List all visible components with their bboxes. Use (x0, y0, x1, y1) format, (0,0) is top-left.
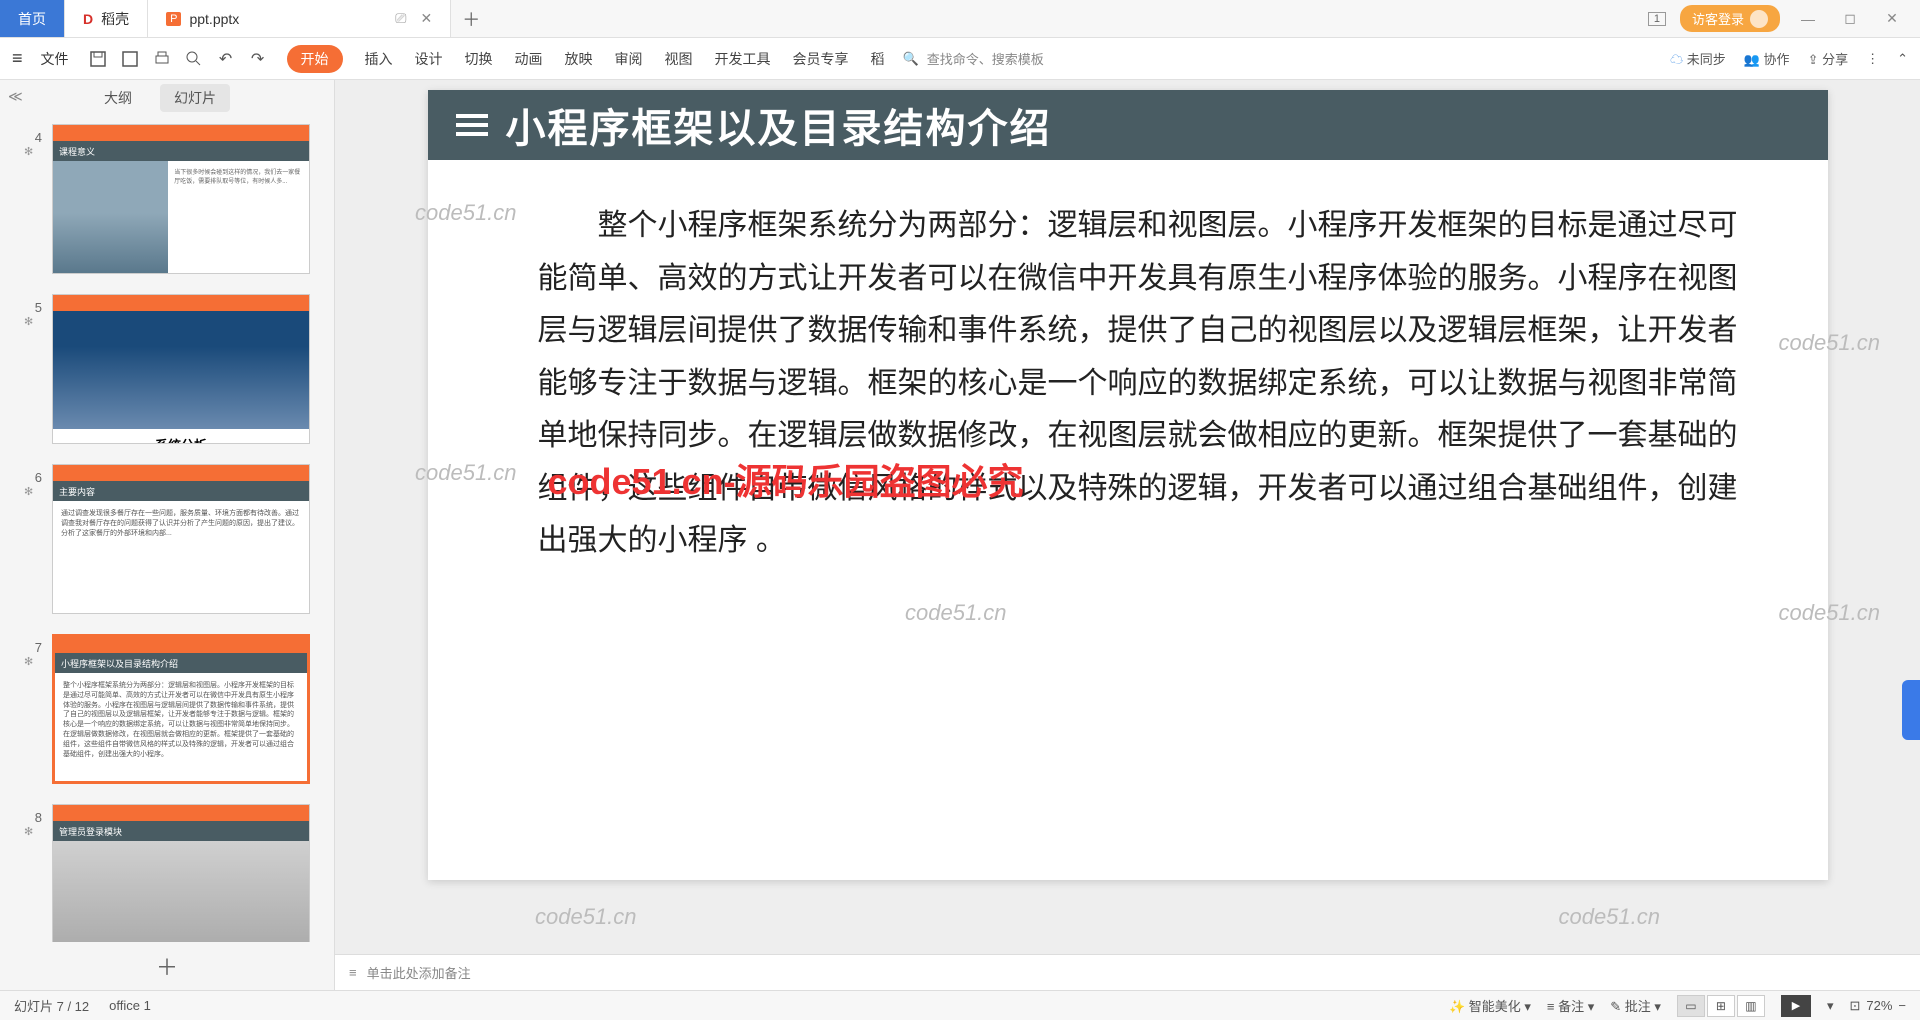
tab-document-active[interactable]: P ppt.pptx ⎚ ✕ (148, 0, 451, 37)
minimize-icon[interactable]: — (1794, 11, 1822, 27)
expand-icon[interactable]: ⌃ (1897, 51, 1908, 67)
add-tab-button[interactable]: ＋ (451, 0, 491, 37)
ribbon-tab-animation[interactable]: 动画 (515, 49, 543, 69)
slide-body[interactable]: 整个小程序框架系统分为两部分：逻辑层和视图层。小程序开发框架的目标是通过尽可能简… (428, 160, 1828, 608)
redo-icon[interactable]: ↷ (247, 48, 269, 70)
tab-home[interactable]: 首页 (0, 0, 65, 37)
maximize-icon[interactable]: ◻ (1836, 10, 1864, 27)
current-slide[interactable]: 小程序框架以及目录结构介绍 整个小程序框架系统分为两部分：逻辑层和视图层。小程序… (428, 90, 1828, 880)
view-mode-buttons: ▭ ⊞ ▥ (1677, 995, 1765, 1017)
notes-icon: ≡ (349, 965, 357, 980)
notes-toggle[interactable]: ≡ 备注 ▾ (1547, 996, 1594, 1015)
login-button[interactable]: 访客登录 (1680, 5, 1780, 32)
save-as-icon[interactable] (119, 48, 141, 70)
window-count-badge[interactable]: 1 (1648, 12, 1666, 26)
ribbon-tab-insert[interactable]: 插入 (365, 49, 393, 69)
collab-button[interactable]: 👥 协作 (1744, 49, 1790, 68)
hamburger-icon (456, 114, 488, 136)
ppt-icon: P (166, 12, 181, 26)
save-icon[interactable] (87, 48, 109, 70)
thumbnail-8[interactable]: 8✻ 管理员登录模块 (24, 804, 310, 942)
add-slide-button[interactable]: ＋ (0, 942, 334, 990)
view-reading-icon[interactable]: ▥ (1737, 995, 1765, 1017)
comment-toggle[interactable]: ✎ 批注 ▾ (1610, 996, 1661, 1015)
undo-icon[interactable]: ↶ (215, 48, 237, 70)
slide-editor: 小程序框架以及目录结构介绍 整个小程序框架系统分为两部分：逻辑层和视图层。小程序… (335, 80, 1920, 990)
view-normal-icon[interactable]: ▭ (1677, 995, 1705, 1017)
ribbon-tabs: 开始 插入 设计 切换 动画 放映 审阅 视图 开发工具 会员专享 稻 (287, 45, 885, 73)
quick-access-toolbar: ↶ ↷ (87, 48, 269, 70)
slideshow-button[interactable]: ▶ (1781, 995, 1811, 1017)
collapse-sidebar-icon[interactable]: ≪ (8, 88, 23, 105)
file-menu[interactable]: 文件 (41, 49, 69, 69)
zoom-icon: ⊡ (1849, 998, 1860, 1014)
ribbon-tab-extra[interactable]: 稻 (871, 49, 885, 69)
play-dropdown[interactable]: ▾ (1827, 998, 1834, 1014)
ribbon-tab-view[interactable]: 视图 (665, 49, 693, 69)
zoom-control[interactable]: ⊡ 72% − (1849, 998, 1906, 1014)
slide-panel: 大纲 幻灯片 4✻ 课程意义 当下很多时候会碰到这样的情况，我们去一家餐厅吃饭，… (0, 80, 335, 990)
thumbnail-5[interactable]: 5✻ 系统分析 (24, 294, 310, 444)
slide-counter: 幻灯片 7 / 12 (14, 996, 89, 1015)
ribbon-tab-slideshow[interactable]: 放映 (565, 49, 593, 69)
preview-icon[interactable] (183, 48, 205, 70)
thumbnail-4[interactable]: 4✻ 课程意义 当下很多时候会碰到这样的情况，我们去一家餐厅吃饭，需要排队取号等… (24, 124, 310, 274)
side-panel-toggle[interactable] (1902, 680, 1920, 740)
cloud-icon: ☁ (1670, 52, 1683, 67)
command-search[interactable]: 🔍 查找命令、搜索模板 (903, 49, 1044, 68)
avatar-icon (1750, 10, 1768, 28)
ribbon-tab-transition[interactable]: 切换 (465, 49, 493, 69)
ribbon-tab-design[interactable]: 设计 (415, 49, 443, 69)
thumbnail-6[interactable]: 6✻ 主要内容 通过调查发现很多餐厅存在一些问题，服务质量、环境方面都有待改善。… (24, 464, 310, 614)
status-bar: 幻灯片 7 / 12 office 1 ✨ 智能美化 ▾ ≡ 备注 ▾ ✎ 批注… (0, 990, 1920, 1020)
screen-icon[interactable]: ⎚ (395, 10, 406, 27)
search-icon: 🔍 (903, 51, 919, 67)
sync-status[interactable]: ☁ 未同步 (1670, 49, 1726, 68)
ribbon-tab-member[interactable]: 会员专享 (793, 49, 849, 69)
slide-title-bar: 小程序框架以及目录结构介绍 (428, 90, 1828, 160)
close-window-icon[interactable]: ✕ (1878, 10, 1906, 27)
ribbon-tab-devtools[interactable]: 开发工具 (715, 49, 771, 69)
more-icon[interactable]: ⋮ (1866, 51, 1879, 67)
zoom-out-icon[interactable]: − (1898, 998, 1906, 1013)
outline-tab[interactable]: 大纲 (104, 88, 132, 108)
close-icon[interactable]: ✕ (421, 10, 433, 27)
notes-pane[interactable]: ≡ 单击此处添加备注 (335, 954, 1920, 990)
print-icon[interactable] (151, 48, 173, 70)
beautify-button[interactable]: ✨ 智能美化 ▾ (1449, 996, 1531, 1015)
ribbon: ≡ 文件 ↶ ↷ 开始 插入 设计 切换 动画 放映 审阅 视图 开发工具 会员… (0, 38, 1920, 80)
ribbon-tab-start[interactable]: 开始 (287, 45, 343, 73)
ribbon-tab-review[interactable]: 审阅 (615, 49, 643, 69)
menu-icon[interactable]: ≡ (12, 48, 23, 69)
slide-title[interactable]: 小程序框架以及目录结构介绍 (506, 96, 1052, 154)
docshell-icon: D (83, 11, 93, 27)
title-bar: 首页 D 稻壳 P ppt.pptx ⎚ ✕ ＋ 1 访客登录 — ◻ ✕ (0, 0, 1920, 38)
slides-tab[interactable]: 幻灯片 (160, 84, 230, 112)
office-indicator: office 1 (109, 998, 151, 1013)
share-button[interactable]: ⇪ 分享 (1808, 49, 1849, 68)
thumbnail-7[interactable]: 7✻ 小程序框架以及目录结构介绍 整个小程序框架系统分为两部分：逻辑层和视图层。… (24, 634, 310, 784)
view-sorter-icon[interactable]: ⊞ (1707, 995, 1735, 1017)
tab-docshell[interactable]: D 稻壳 (65, 0, 148, 37)
thumbnail-list: 4✻ 课程意义 当下很多时候会碰到这样的情况，我们去一家餐厅吃饭，需要排队取号等… (0, 116, 334, 942)
